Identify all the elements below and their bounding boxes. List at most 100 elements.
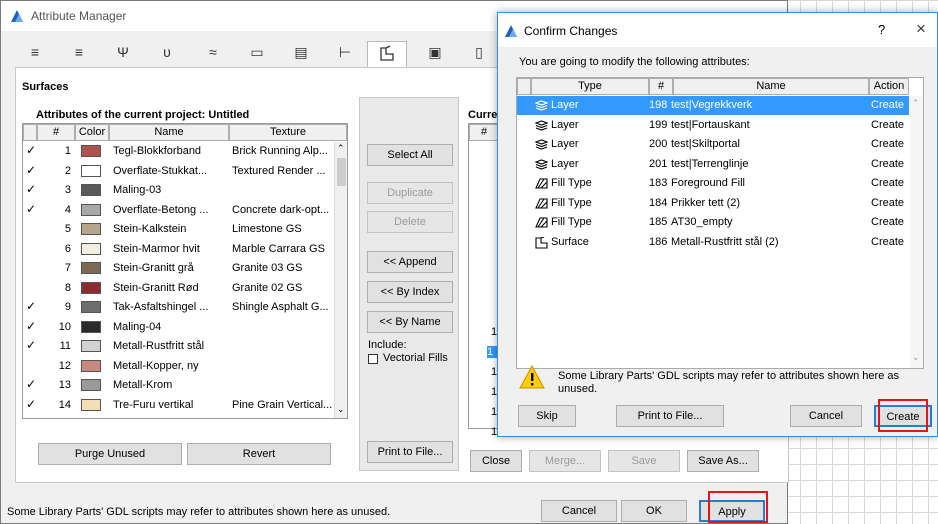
- item-number: 199: [649, 118, 668, 131]
- tab-layers-icon[interactable]: ≡: [15, 41, 55, 67]
- list-scrollbar[interactable]: ⌃ ⌄: [910, 96, 923, 368]
- row-texture: Brick Running Alp...: [232, 145, 328, 157]
- color-swatch: [81, 359, 101, 372]
- table-row[interactable]: ✓ 1 Tegl-Blokkforband Brick Running Alp...: [23, 142, 335, 161]
- list-item[interactable]: Layer 199 test|Fortauskant Create: [517, 116, 909, 135]
- vertical-scrollbar[interactable]: ⌃ ⌄: [334, 142, 347, 418]
- item-action: Create: [871, 177, 905, 189]
- tab-building-materials-icon[interactable]: ▣: [415, 41, 455, 67]
- table-row[interactable]: ✓ 3 Maling-03: [23, 181, 335, 200]
- tab-surfaces-icon[interactable]: [367, 41, 407, 67]
- vectorial-fills-checkbox[interactable]: [368, 354, 378, 364]
- list-item[interactable]: Fill Type 185 AT30_empty Create: [517, 213, 909, 232]
- table-row[interactable]: 7 Stein-Granitt grå Granite 03 GS: [23, 259, 335, 278]
- skip-button[interactable]: Skip: [518, 405, 576, 427]
- print-to-file-button[interactable]: Print to File...: [367, 441, 453, 463]
- row-name: Overflate-Stukkat...: [113, 164, 208, 177]
- layer-icon: [534, 158, 549, 173]
- row-name: Overflate-Betong ...: [113, 203, 209, 216]
- list-item[interactable]: Fill Type 183 Foreground Fill Create: [517, 174, 909, 193]
- tab-pens-icon[interactable]: Ψ: [103, 41, 143, 67]
- print-to-file-button[interactable]: Print to File...: [616, 405, 724, 427]
- item-name: test|Vegrekkverk: [671, 99, 753, 111]
- table-row[interactable]: ✓ 4 Overflate-Betong ... Concrete dark-opt.…: [23, 201, 335, 220]
- fill-type-icon: [535, 178, 548, 192]
- header-action[interactable]: Action: [869, 78, 909, 95]
- row-texture: Granite 02 GS: [232, 281, 303, 294]
- list-item[interactable]: Layer 198 test|Vegrekkverk Create: [517, 96, 909, 115]
- tab-profiles-icon[interactable]: ⊢: [325, 41, 365, 67]
- item-name: Metall-Rustfritt stål (2): [671, 235, 779, 248]
- scroll-down-icon[interactable]: ⌄: [912, 352, 920, 363]
- save-button[interactable]: Save: [608, 450, 680, 472]
- tab-zones-icon[interactable]: ≈: [193, 41, 233, 67]
- item-action: Create: [871, 235, 905, 248]
- header-number[interactable]: #: [37, 124, 75, 141]
- list-item[interactable]: Layer 201 test|Terrenglinje Create: [517, 155, 909, 174]
- header-type[interactable]: Type: [531, 78, 649, 95]
- tab-fill-types-icon[interactable]: ▭: [237, 41, 277, 67]
- current-header-number[interactable]: #: [469, 124, 499, 141]
- table-row[interactable]: ✓ 14 Tre-Furu vertikal Pine Grain Vertical.…: [23, 396, 335, 415]
- cancel-button[interactable]: Cancel: [790, 405, 862, 427]
- item-number: 185: [649, 216, 668, 228]
- scroll-up-icon[interactable]: ⌃: [912, 98, 920, 109]
- ok-button[interactable]: OK: [621, 500, 687, 522]
- scroll-thumb[interactable]: [337, 158, 346, 186]
- purge-unused-button[interactable]: Purge Unused: [38, 443, 182, 465]
- cancel-button[interactable]: Cancel: [541, 500, 617, 522]
- header-name[interactable]: Name: [109, 124, 229, 141]
- delete-button[interactable]: Delete: [367, 211, 453, 233]
- header-name[interactable]: Name: [673, 78, 869, 95]
- revert-button[interactable]: Revert: [187, 443, 331, 465]
- item-name: Prikker tett (2): [671, 196, 741, 209]
- list-item[interactable]: Surface 186 Metall-Rustfritt stål (2) Creat…: [517, 233, 909, 252]
- header-number[interactable]: #: [649, 78, 673, 95]
- select-all-button[interactable]: Select All: [367, 144, 453, 166]
- archicad-app-icon: [11, 10, 23, 22]
- row-number: 2: [64, 164, 71, 177]
- table-row[interactable]: 5 Stein-Kalkstein Limestone GS: [23, 220, 335, 239]
- header-color[interactable]: Color: [75, 124, 109, 141]
- tab-composites-icon[interactable]: ▤: [281, 41, 321, 67]
- header-texture[interactable]: Texture: [229, 124, 347, 141]
- save-as-button[interactable]: Save As...: [687, 450, 759, 472]
- item-type: Layer: [551, 99, 579, 111]
- by-name-button[interactable]: << By Name: [367, 311, 453, 333]
- tab-more-icon[interactable]: ▯: [459, 41, 499, 67]
- close-icon[interactable]: ×: [916, 19, 926, 39]
- row-texture: Concrete dark-opt...: [232, 203, 330, 216]
- row-texture: Granite 03 GS: [232, 262, 303, 274]
- duplicate-button[interactable]: Duplicate: [367, 182, 453, 204]
- scroll-up-icon[interactable]: ⌃: [337, 143, 345, 154]
- list-item[interactable]: Layer 200 test|Skiltportal Create: [517, 135, 909, 154]
- help-icon[interactable]: ?: [878, 22, 885, 37]
- scroll-down-icon[interactable]: ⌄: [337, 404, 345, 415]
- item-name: test|Terrenglinje: [671, 157, 749, 170]
- table-row[interactable]: ✓ 11 Metall-Rustfritt stål: [23, 337, 335, 356]
- table-row[interactable]: ✓ 2 Overflate-Stukkat... Textured Render ..…: [23, 162, 335, 181]
- by-index-button[interactable]: << By Index: [367, 281, 453, 303]
- close-button[interactable]: Close: [470, 450, 522, 472]
- header-check: [23, 124, 37, 141]
- append-button[interactable]: << Append: [367, 251, 453, 273]
- check-mark: ✓: [26, 162, 37, 177]
- list-item[interactable]: Fill Type 184 Prikker tett (2) Create: [517, 194, 909, 213]
- item-number: 186: [649, 235, 668, 248]
- table-row[interactable]: ✓ 10 Maling-04: [23, 318, 335, 337]
- table-row[interactable]: ✓ 13 Metall-Krom: [23, 376, 335, 395]
- section-title: Surfaces: [22, 81, 69, 93]
- tab-line-types-icon[interactable]: υ: [147, 41, 187, 67]
- tab-layer-combinations-icon[interactable]: ≡: [59, 41, 99, 67]
- item-type: Layer: [551, 118, 579, 131]
- merge-button[interactable]: Merge...: [529, 450, 601, 472]
- table-row[interactable]: 12 Metall-Kopper, ny: [23, 357, 335, 376]
- table-row[interactable]: ✓ 9 Tak-Asfaltshingel ... Shingle Asphalt G…: [23, 298, 335, 317]
- row-number: 8: [64, 281, 71, 294]
- table-row[interactable]: 8 Stein-Granitt Rød Granite 02 GS: [23, 279, 335, 298]
- vectorial-fills-label: Vectorial Fills: [383, 352, 448, 364]
- surface-icon: [535, 235, 548, 252]
- item-number: 184: [649, 196, 668, 209]
- table-row[interactable]: 6 Stein-Marmor hvit Marble Carrara GS: [23, 240, 335, 259]
- confirm-changes-dialog: Confirm Changes ? × You are going to mod…: [497, 12, 938, 437]
